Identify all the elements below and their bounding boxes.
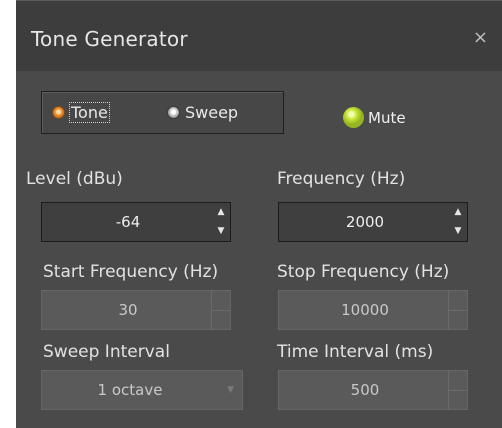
stop-frequency-up-arrow-icon[interactable] — [449, 291, 467, 311]
window-title: Tone Generator — [31, 27, 188, 51]
mode-radio-group: Tone Sweep — [41, 91, 284, 134]
time-interval-label: Time Interval (ms) — [277, 342, 434, 362]
sweep-radio[interactable]: Sweep — [167, 103, 238, 122]
frequency-spinbox[interactable]: 2000 ▲ ▼ — [278, 202, 468, 242]
chevron-down-icon[interactable]: ▼ — [227, 371, 234, 409]
start-frequency-spinbox[interactable]: 30 — [41, 290, 231, 330]
frequency-down-arrow-icon[interactable]: ▼ — [449, 222, 467, 241]
frequency-value[interactable]: 2000 — [279, 203, 451, 241]
start-frequency-label: Start Frequency (Hz) — [43, 262, 219, 282]
time-interval-down-arrow-icon[interactable] — [449, 390, 467, 409]
start-frequency-down-arrow-icon[interactable] — [212, 310, 230, 329]
frequency-label: Frequency (Hz) — [277, 169, 406, 189]
mute-label: Mute — [368, 108, 406, 127]
title-bar: Tone Generator × — [16, 1, 502, 71]
time-interval-spinbox[interactable]: 500 — [278, 370, 468, 410]
stop-frequency-spinbox[interactable]: 10000 — [278, 290, 468, 330]
start-frequency-value[interactable]: 30 — [42, 291, 214, 329]
level-spinbox[interactable]: -64 ▲ ▼ — [41, 202, 231, 242]
radio-selected-icon — [52, 106, 65, 119]
stop-frequency-value[interactable]: 10000 — [279, 291, 451, 329]
start-frequency-up-arrow-icon[interactable] — [212, 291, 230, 311]
frequency-up-arrow-icon[interactable]: ▲ — [449, 203, 467, 222]
tone-radio-label: Tone — [69, 102, 110, 123]
stop-frequency-down-arrow-icon[interactable] — [449, 310, 467, 329]
level-down-arrow-icon[interactable]: ▼ — [212, 222, 230, 241]
level-value[interactable]: -64 — [42, 203, 214, 241]
mute-toggle[interactable]: Mute — [343, 107, 406, 128]
tone-generator-dialog: Tone Generator × Tone Sweep Mute Level (… — [16, 0, 502, 428]
time-interval-up-arrow-icon[interactable] — [449, 371, 467, 391]
level-label: Level (dBu) — [26, 169, 123, 189]
sweep-interval-label: Sweep Interval — [43, 342, 170, 362]
sweep-interval-dropdown[interactable]: 1 octave ▼ — [41, 370, 243, 410]
close-icon[interactable]: × — [473, 29, 488, 47]
mute-indicator-icon — [343, 107, 364, 128]
sweep-interval-value[interactable]: 1 octave — [42, 371, 218, 409]
radio-unselected-icon — [167, 106, 180, 119]
stop-frequency-label: Stop Frequency (Hz) — [277, 262, 450, 282]
sweep-radio-label: Sweep — [185, 103, 239, 122]
time-interval-value[interactable]: 500 — [279, 371, 451, 409]
level-up-arrow-icon[interactable]: ▲ — [212, 203, 230, 222]
tone-radio[interactable]: Tone — [52, 102, 110, 123]
